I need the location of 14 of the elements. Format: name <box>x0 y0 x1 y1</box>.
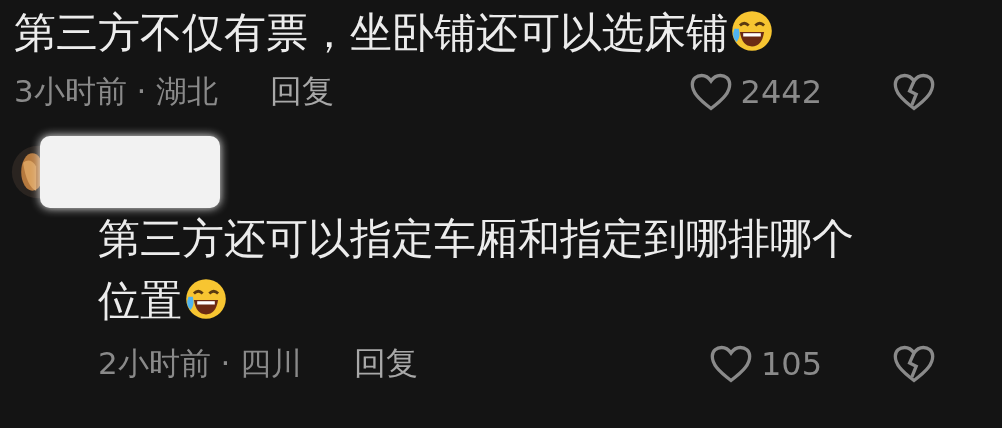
comment-text: 第三方不仅有票，坐卧铺还可以选床铺 <box>14 6 1002 60</box>
comment-time-location: 2小时前 · 四川 <box>98 344 303 383</box>
like-count: 105 <box>760 345 822 383</box>
like-count: 2442 <box>740 73 822 111</box>
broken-heart-icon[interactable] <box>892 72 936 112</box>
heart-icon[interactable] <box>708 344 753 384</box>
comment-time-location: 3小时前 · 湖北 <box>14 72 219 111</box>
laughing-face-icon <box>184 277 228 321</box>
heart-icon[interactable] <box>688 72 733 112</box>
reply-button[interactable]: 回复 <box>354 342 419 386</box>
laughing-face-icon <box>730 9 774 53</box>
reply-text: 第三方还可以指定车厢和指定到哪排哪个位置 <box>98 213 855 327</box>
reply-button[interactable]: 回复 <box>270 70 335 114</box>
broken-heart-icon[interactable] <box>892 344 936 384</box>
